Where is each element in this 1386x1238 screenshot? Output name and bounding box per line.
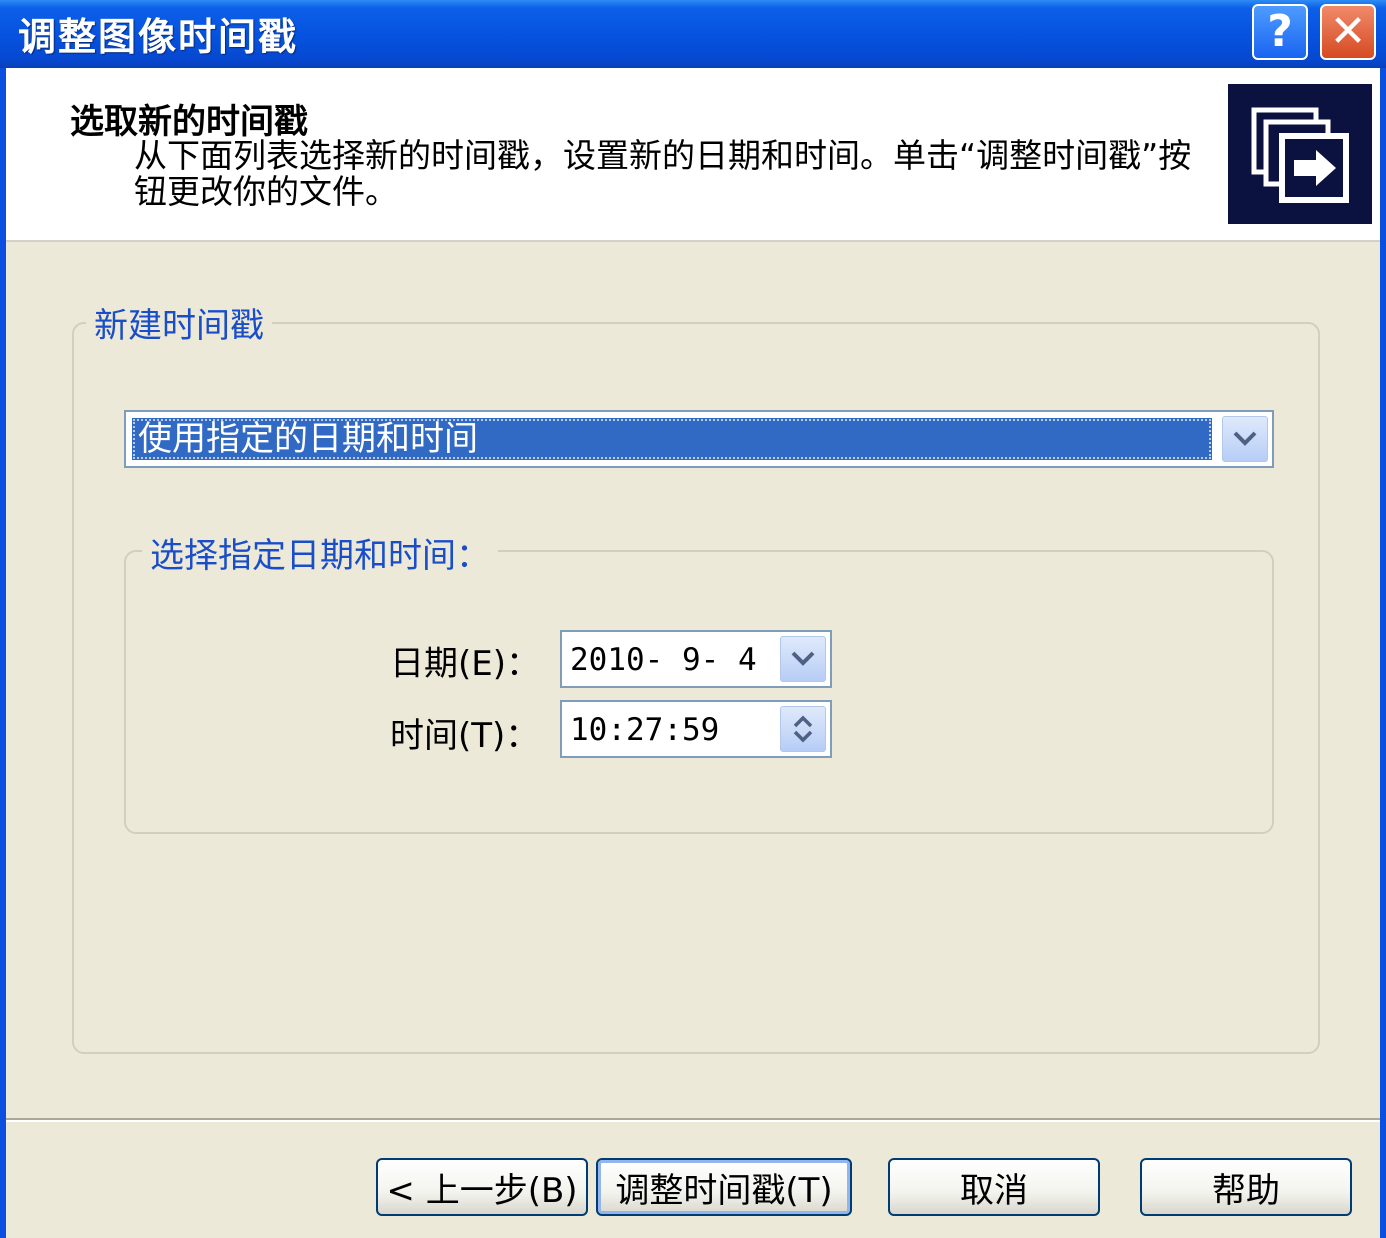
datetime-group [124,550,1274,834]
chevron-down-icon[interactable] [780,636,826,682]
timestamp-mode-select[interactable]: 使用指定的日期和时间 [124,410,1274,468]
adjust-timestamp-button[interactable]: 调整时间戳(T) [596,1158,852,1216]
back-button[interactable]: < 上一步(B) [376,1158,588,1216]
chevron-down-icon[interactable] [792,729,814,743]
time-spinner[interactable] [780,706,826,752]
chevron-down-icon[interactable] [1222,416,1268,462]
help-icon[interactable]: ? [1252,4,1308,60]
footer-divider [6,1118,1380,1122]
copy-arrow-icon [1228,84,1372,224]
page-description: 从下面列表选择新的时间戳，设置新的日期和时间。单击“调整时间戳”按钮更改你的文件… [134,136,1192,211]
time-value[interactable]: 10:27:59 [570,710,719,750]
time-label: 时间(T)： [390,716,540,756]
help-button[interactable]: 帮助 [1140,1158,1352,1216]
window-title: 调整图像时间戳 [18,15,299,59]
title-bar[interactable]: 调整图像时间戳 ? ✕ [0,0,1386,68]
date-picker[interactable]: 2010- 9- 4 [560,630,832,688]
date-label: 日期(E)： [390,644,541,684]
datetime-legend: 选择指定日期和时间： [142,528,498,577]
date-value[interactable]: 2010- 9- 4 [570,640,757,680]
header-panel: 选取新的时间戳 从下面列表选择新的时间戳，设置新的日期和时间。单击“调整时间戳”… [6,68,1380,242]
close-icon[interactable]: ✕ [1320,4,1376,60]
chevron-up-icon[interactable] [792,715,814,729]
cancel-button[interactable]: 取消 [888,1158,1100,1216]
timestamp-mode-value: 使用指定的日期和时间 [132,418,1212,460]
time-input[interactable]: 10:27:59 [560,700,832,758]
dialog-window: 调整图像时间戳 ? ✕ 选取新的时间戳 从下面列表选择新的时间戳，设置新的日期和… [0,0,1386,1238]
new-timestamp-legend: 新建时间戳 [86,298,272,347]
